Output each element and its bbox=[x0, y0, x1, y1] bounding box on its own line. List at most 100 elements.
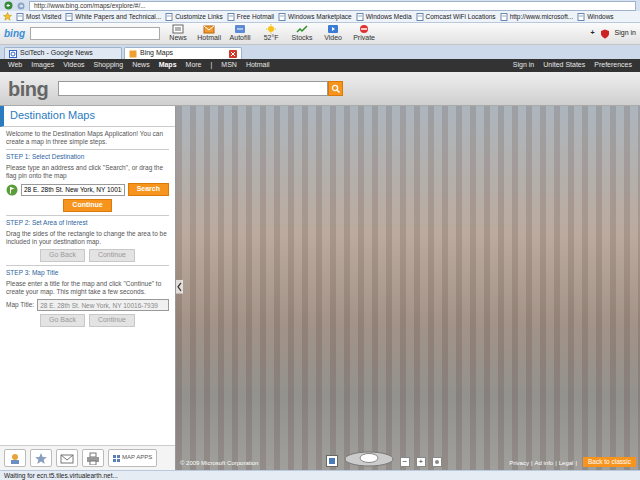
toolbar-label[interactable]: Hotmail bbox=[197, 34, 221, 42]
favorite-link[interactable]: http://www.microsoft... bbox=[500, 13, 574, 21]
page-icon bbox=[356, 13, 364, 21]
magnifier-icon[interactable] bbox=[331, 84, 340, 93]
streetside-photo[interactable] bbox=[176, 106, 640, 470]
address-field[interactable]: http://www.bing.com/maps/explore/#/... bbox=[29, 1, 636, 11]
bing-toolbar: bing News Hotmail Autofill 52°F Stocks Video Pr… bbox=[0, 23, 640, 45]
add-button[interactable]: + bbox=[591, 29, 595, 37]
content-area: Destination MapsWelcome to the Destinati… bbox=[0, 106, 640, 470]
flag-pin-icon[interactable] bbox=[6, 184, 18, 196]
toolbar-label[interactable]: 52°F bbox=[264, 34, 279, 42]
continue-button[interactable]: Continue bbox=[63, 199, 111, 212]
toolbar-label[interactable]: Video bbox=[324, 34, 342, 42]
weather-icon bbox=[265, 24, 277, 34]
favorite-label[interactable]: http://www.microsoft... bbox=[510, 13, 574, 21]
forward-icon[interactable] bbox=[17, 2, 25, 10]
favorite-link[interactable]: Most Visited bbox=[16, 13, 61, 21]
toolbar-search[interactable] bbox=[30, 27, 160, 40]
step-text: Please enter a title for the map and cli… bbox=[6, 280, 169, 296]
nav-right-link[interactable]: United States bbox=[543, 61, 585, 69]
favorite-link[interactable]: White Papers and Technical... bbox=[65, 13, 161, 21]
footer-button[interactable] bbox=[82, 449, 104, 467]
favorite-link[interactable]: Free Hotmail bbox=[227, 13, 274, 21]
browser-tab[interactable]: Bing Maps bbox=[124, 47, 242, 59]
favorite-label[interactable]: Customize Links bbox=[175, 13, 223, 21]
footer-link[interactable]: Ad info bbox=[535, 460, 554, 467]
tab-label[interactable]: SciTech - Google News bbox=[20, 49, 117, 57]
favorite-label[interactable]: Comcast WiFi Locations bbox=[426, 13, 496, 21]
footer-button[interactable] bbox=[56, 449, 78, 467]
close-tab-icon[interactable] bbox=[229, 50, 237, 58]
streetside-view[interactable]: © 2009 Microsoft Corporation−+Privacy|Ad… bbox=[176, 106, 640, 470]
search-button[interactable] bbox=[328, 81, 343, 96]
search-field[interactable] bbox=[58, 81, 328, 96]
toolbar-label[interactable]: News bbox=[169, 34, 187, 42]
nav-link[interactable]: Maps bbox=[159, 61, 177, 69]
map-apps-label[interactable]: MAP APPS bbox=[122, 454, 152, 462]
page-icon bbox=[577, 13, 585, 21]
button-row: Go BackContinue bbox=[6, 314, 169, 327]
toolbar-label[interactable]: Autofill bbox=[230, 34, 251, 42]
footer-link[interactable]: Legal bbox=[559, 460, 574, 467]
toolbar-logo: bing bbox=[4, 28, 25, 40]
nav-link[interactable]: MSN bbox=[221, 61, 237, 69]
zoom-in-button[interactable]: + bbox=[416, 457, 426, 467]
search-button[interactable]: Search bbox=[128, 183, 169, 196]
back-icon[interactable] bbox=[4, 1, 13, 10]
step-title: STEP 2: Set Area of Interest bbox=[6, 215, 169, 227]
browser-tab[interactable]: SciTech - Google News bbox=[4, 47, 122, 59]
streetside-sign-icon[interactable] bbox=[326, 455, 338, 467]
nav-link[interactable]: Shopping bbox=[94, 61, 124, 69]
toolbar-button[interactable]: Video bbox=[320, 24, 346, 42]
bing-logo[interactable]: bing bbox=[8, 79, 48, 99]
sign-in-link[interactable]: Sign in bbox=[615, 29, 636, 37]
footer-button[interactable] bbox=[4, 449, 26, 467]
nav-link[interactable]: Hotmail bbox=[246, 61, 270, 69]
favorite-label[interactable]: Windows bbox=[587, 13, 613, 21]
toolbar-button[interactable]: Stocks bbox=[289, 24, 315, 42]
favorite-label[interactable]: Free Hotmail bbox=[237, 13, 274, 21]
nav-right-link[interactable]: Sign in bbox=[513, 61, 534, 69]
toolbar-button[interactable]: News bbox=[165, 24, 191, 42]
favorite-link[interactable]: Comcast WiFi Locations bbox=[416, 13, 496, 21]
pan-left-button[interactable] bbox=[176, 280, 183, 296]
tab-label[interactable]: Bing Maps bbox=[140, 49, 226, 57]
mode-icon[interactable] bbox=[432, 457, 442, 467]
private-icon bbox=[358, 24, 370, 34]
nav-link[interactable]: Videos bbox=[63, 61, 84, 69]
toolbar-button[interactable]: Autofill bbox=[227, 24, 253, 42]
print-icon bbox=[86, 452, 100, 465]
map-controls: © 2009 Microsoft Corporation−+Privacy|Ad… bbox=[180, 451, 636, 467]
toolbar-label[interactable]: Stocks bbox=[292, 34, 313, 42]
go-back-button: Go Back bbox=[40, 249, 85, 262]
map-apps-button[interactable]: MAP APPS bbox=[108, 449, 157, 467]
video-icon bbox=[327, 24, 339, 34]
favorite-link[interactable]: Windows bbox=[577, 13, 613, 21]
nav-link[interactable]: News bbox=[132, 61, 150, 69]
footer-link[interactable]: Privacy bbox=[509, 460, 529, 467]
favorite-link[interactable]: Windows Media bbox=[356, 13, 412, 21]
toolbar-label[interactable]: Private bbox=[353, 34, 375, 42]
zoom-out-button[interactable]: − bbox=[400, 457, 410, 467]
favorite-label[interactable]: Windows Marketplace bbox=[288, 13, 352, 21]
nav-link[interactable]: More bbox=[186, 61, 202, 69]
toolbar-button[interactable]: Private bbox=[351, 24, 377, 42]
address-field[interactable] bbox=[21, 184, 125, 196]
back-to-classic-button[interactable]: Back to classic bbox=[583, 457, 636, 467]
toolbar-button[interactable]: 52°F bbox=[258, 24, 284, 42]
favorite-link[interactable]: Windows Marketplace bbox=[278, 13, 352, 21]
favorite-link[interactable]: Customize Links bbox=[165, 13, 223, 21]
toolbar-button[interactable]: Hotmail bbox=[196, 24, 222, 42]
compass-icon[interactable] bbox=[344, 451, 394, 467]
nav-link[interactable]: Images bbox=[31, 61, 54, 69]
favorites-star-icon[interactable] bbox=[3, 12, 12, 21]
footer-button[interactable] bbox=[30, 449, 52, 467]
nav-right-link[interactable]: Preferences bbox=[594, 61, 632, 69]
shield-icon[interactable] bbox=[600, 29, 610, 39]
favorite-label[interactable]: Windows Media bbox=[366, 13, 412, 21]
search-group bbox=[58, 81, 343, 96]
news-icon bbox=[172, 24, 184, 34]
favorite-label[interactable]: White Papers and Technical... bbox=[75, 13, 161, 21]
nav-link[interactable]: Web bbox=[8, 61, 22, 69]
tab-strip: SciTech - Google News Bing Maps bbox=[0, 45, 640, 59]
favorite-label[interactable]: Most Visited bbox=[26, 13, 61, 21]
